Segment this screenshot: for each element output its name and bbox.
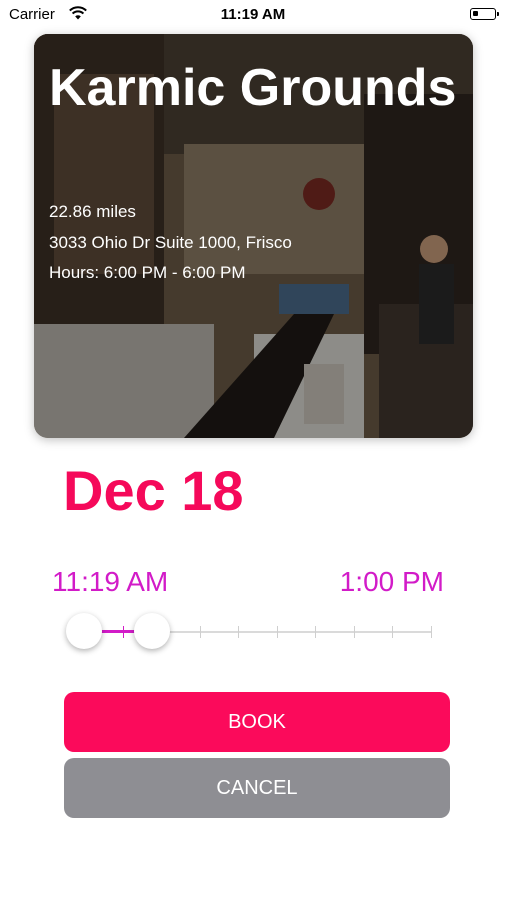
shop-card[interactable]: Karmic Grounds 22.86 miles 3033 Ohio Dr … (34, 34, 473, 438)
shop-address: 3033 Ohio Dr Suite 1000, Frisco (49, 233, 292, 252)
slider-tick (276, 626, 278, 638)
shop-hours: Hours: 6:00 PM - 6:00 PM (49, 263, 246, 282)
slider-tick (238, 626, 240, 638)
status-time: 11:19 AM (220, 6, 286, 23)
end-time-handle[interactable] (134, 613, 170, 649)
shop-distance: 22.86 miles (49, 202, 136, 221)
slider-tick (199, 626, 201, 638)
book-button[interactable]: BOOK (64, 692, 450, 752)
slider-tick (122, 626, 124, 638)
slider-tick (392, 626, 394, 638)
battery-icon (470, 8, 499, 20)
booking-date: Dec 18 (63, 459, 244, 522)
slider-tick (353, 626, 355, 638)
start-time-handle[interactable] (66, 613, 102, 649)
time-range-slider[interactable] (64, 606, 436, 656)
start-time-label: 11:19 AM (52, 566, 169, 597)
status-bar: Carrier 11:19 AM (0, 0, 506, 30)
slider-tick (431, 626, 432, 638)
cancel-button[interactable]: CANCEL (64, 758, 450, 818)
shop-name: Karmic Grounds (49, 59, 457, 117)
slider-tick (315, 626, 317, 638)
end-time-label: 1:00 PM (339, 566, 444, 597)
